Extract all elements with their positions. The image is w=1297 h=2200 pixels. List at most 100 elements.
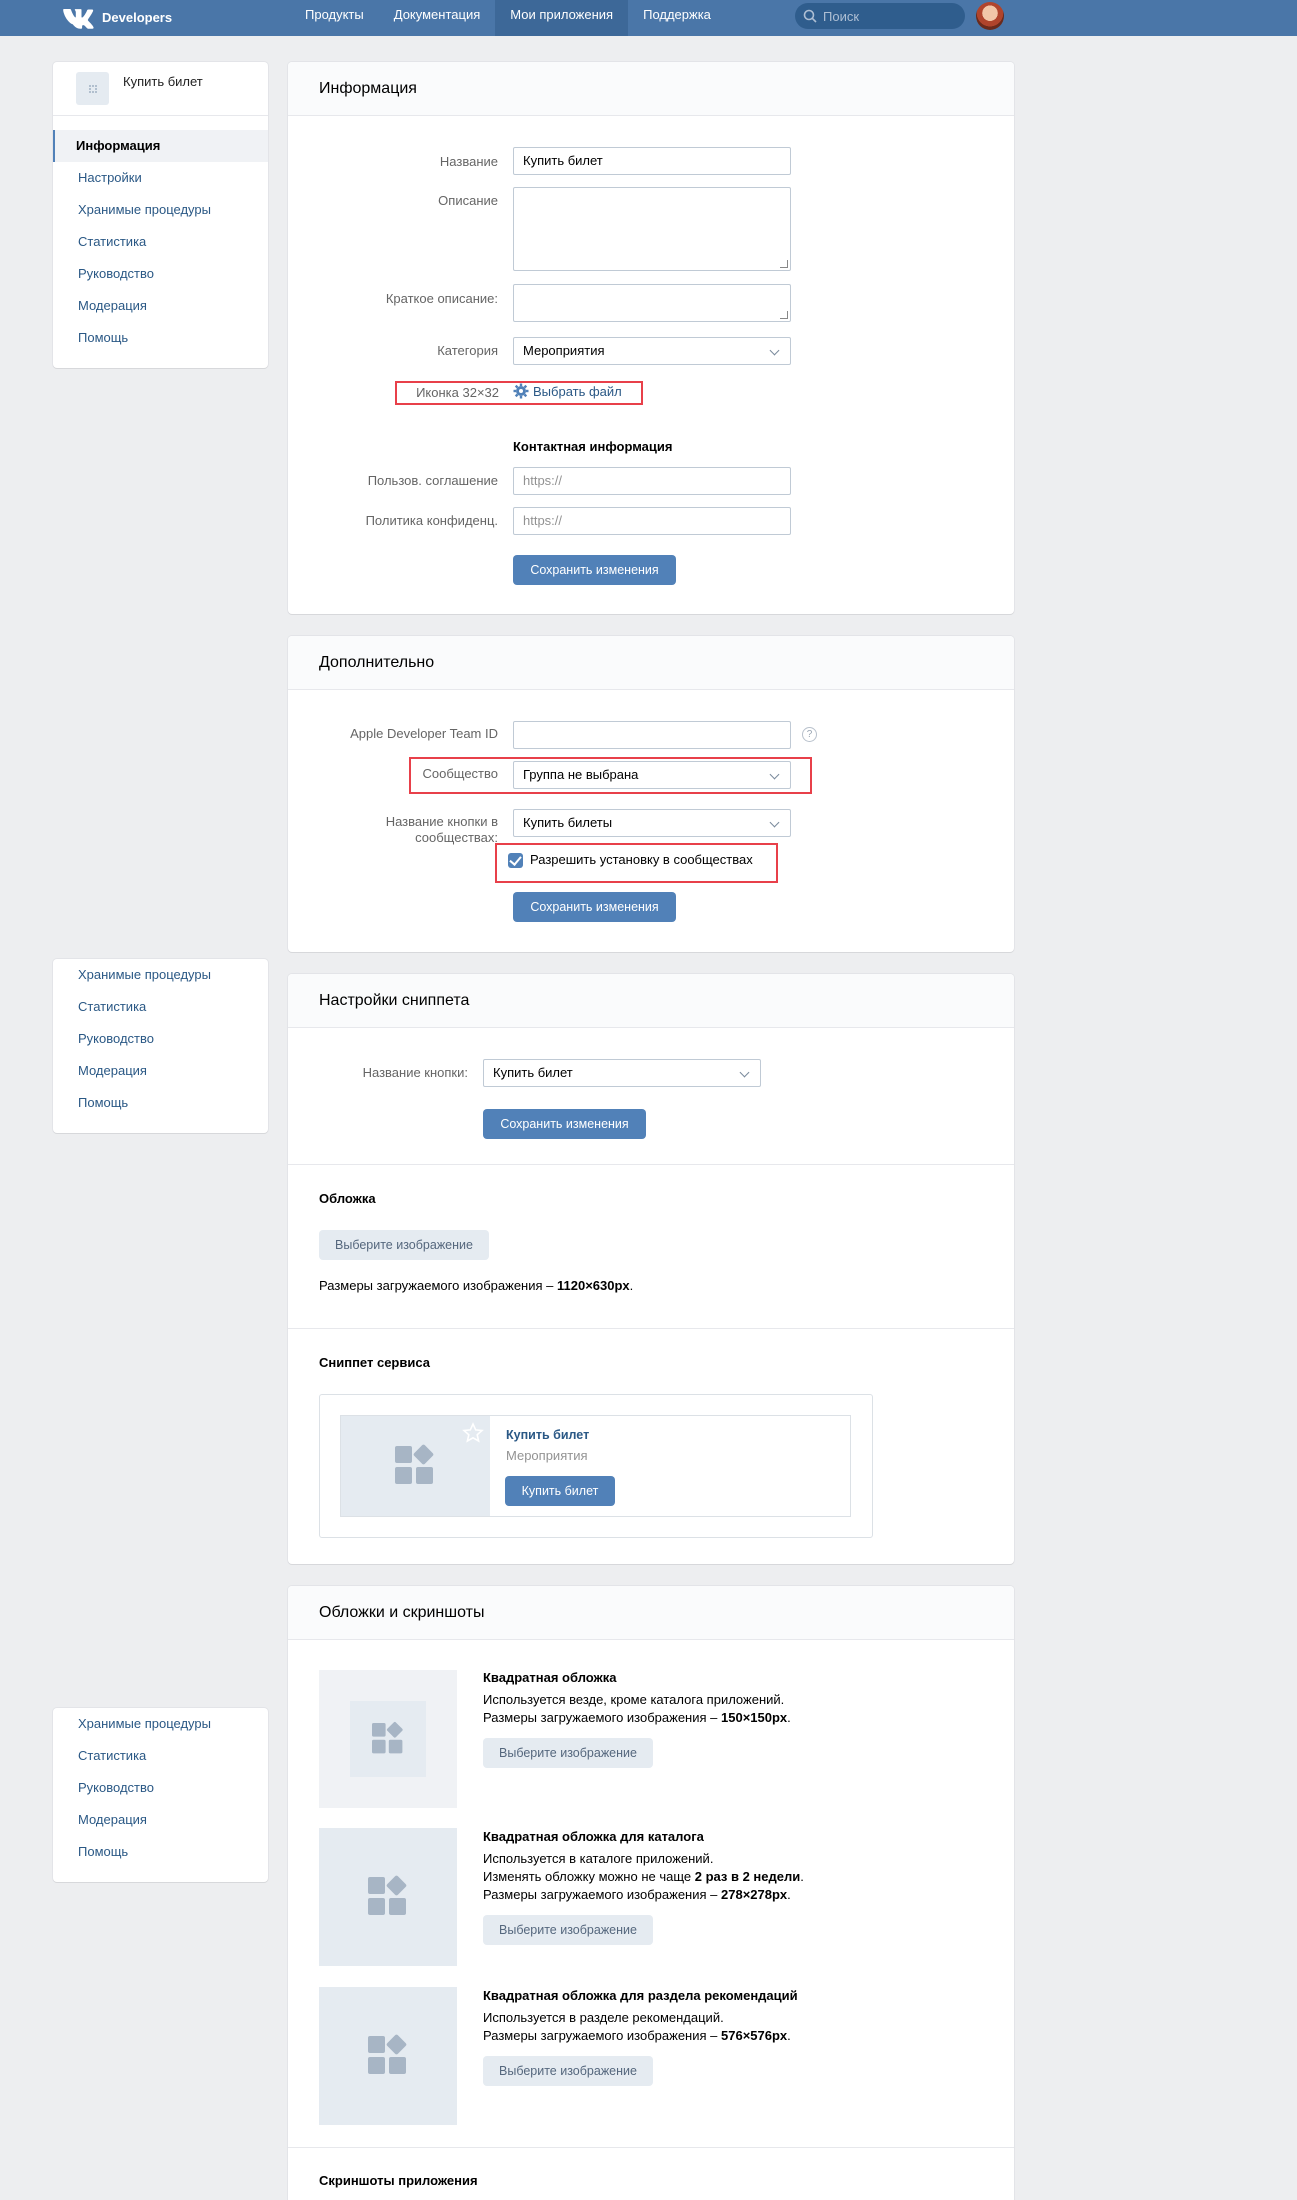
name-field[interactable]: Купить билет [513, 147, 791, 175]
extra-title: Дополнительно [288, 636, 1014, 690]
choose-file-link[interactable]: Выбрать файл [513, 383, 622, 399]
terms-label: Пользов. соглашение [367, 473, 498, 488]
info-title: Информация [288, 62, 1014, 116]
sidebar-item-procedures[interactable]: Хранимые процедуры [53, 1708, 268, 1740]
logo[interactable]: Developers [62, 5, 172, 29]
sidebar-item-stats[interactable]: Статистика [53, 1740, 268, 1772]
chevron-down-icon [769, 345, 780, 356]
chevron-down-icon [769, 769, 780, 780]
preview-app-name[interactable]: Купить билет [506, 1426, 589, 1444]
cover-item-title: Квадратная обложка для раздела рекоменда… [483, 1988, 798, 2003]
button-name-select[interactable]: Купить билеты [513, 809, 791, 837]
save-button[interactable]: Сохранить изменения [483, 1109, 646, 1139]
app-menu: Купить билет Информация Настройки Храним… [53, 62, 268, 368]
community-label: Сообщество [422, 766, 498, 781]
terms-url-field[interactable]: https:// [513, 467, 791, 495]
choose-image-button[interactable]: Выберите изображение [483, 1738, 653, 1768]
choose-image-button[interactable]: Выберите изображение [483, 1915, 653, 1945]
save-button[interactable]: Сохранить изменения [513, 555, 676, 585]
sidebar-item-guide[interactable]: Руководство [53, 1772, 268, 1804]
snippet-button-value: Купить билет [493, 1065, 573, 1080]
cover-item-title: Квадратная обложка [483, 1670, 617, 1685]
cover-item-desc: Используется в каталоге приложений. [483, 1851, 714, 1866]
nav-products[interactable]: Продукты [290, 0, 379, 36]
allow-install-label[interactable]: Разрешить установку в сообществах [530, 851, 753, 869]
nav-support[interactable]: Поддержка [628, 0, 726, 36]
app-placeholder-icon [372, 1721, 404, 1755]
sidebar-item-moderation[interactable]: Модерация [53, 1804, 268, 1836]
search-placeholder: Поиск [823, 8, 860, 24]
gear-icon [513, 383, 529, 399]
info-card: Информация Название Купить билет Описани… [288, 62, 1014, 614]
sidebar-item-settings[interactable]: Настройки [53, 162, 268, 194]
short-description-field[interactable] [513, 284, 791, 322]
snippet-button-select[interactable]: Купить билет [483, 1059, 761, 1087]
cover-item-size: Размеры загружаемого изображения – 278×2… [483, 1887, 791, 1902]
snippet-title: Настройки сниппета [288, 974, 1014, 1028]
sidebar-item-moderation[interactable]: Модерация [53, 290, 268, 322]
preview-buy-button[interactable]: Купить билет [505, 1476, 615, 1506]
top-bar: Developers Продукты Документация Мои при… [0, 0, 1297, 36]
app-menu-header[interactable]: Купить билет [53, 62, 268, 116]
square-cover-placeholder [319, 1670, 457, 1808]
divider [288, 1164, 1014, 1165]
name-label: Название [439, 154, 498, 169]
cover-item-title: Квадратная обложка для каталога [483, 1829, 704, 1844]
avatar[interactable] [976, 2, 1004, 30]
sidebar-item-stats[interactable]: Статистика [53, 226, 268, 258]
nav-docs[interactable]: Документация [379, 0, 496, 36]
snippet-preview-frame: Купить билет Мероприятия Купить билет [319, 1394, 873, 1538]
community-select[interactable]: Группа не выбрана [513, 761, 791, 789]
app-placeholder-icon [368, 1874, 408, 1917]
sidebar-item-guide[interactable]: Руководство [53, 258, 268, 290]
screenshots-title: Скриншоты приложения [319, 2173, 478, 2188]
search-icon [803, 9, 817, 23]
category-value: Мероприятия [523, 343, 605, 358]
sidebar-item-help[interactable]: Помощь [53, 322, 268, 354]
app-placeholder-icon [368, 2033, 408, 2076]
category-select[interactable]: Мероприятия [513, 337, 791, 365]
app-name: Купить билет [123, 74, 203, 89]
sidebar-item-stats[interactable]: Статистика [53, 991, 268, 1023]
short-description-label: Краткое описание: [385, 291, 498, 306]
allow-install-checkbox[interactable] [508, 853, 523, 868]
cover-item-desc: Используется в разделе рекомендаций. [483, 2010, 724, 2025]
app-placeholder-icon [395, 1443, 435, 1486]
extra-card: Дополнительно Apple Developer Team ID ? … [288, 636, 1014, 952]
cover-title: Обложка [319, 1191, 376, 1206]
snippet-preview: Купить билет Мероприятия Купить билет [340, 1415, 851, 1517]
sidebar-item-moderation[interactable]: Модерация [53, 1055, 268, 1087]
save-button[interactable]: Сохранить изменения [513, 892, 676, 922]
sidebar-item-info[interactable]: Информация [53, 130, 268, 162]
privacy-url-field[interactable]: https:// [513, 507, 791, 535]
app-menu-repeat: Хранимые процедуры Статистика Руководств… [53, 1708, 268, 1882]
star-icon[interactable] [462, 1422, 484, 1444]
sidebar-item-procedures[interactable]: Хранимые процедуры [53, 959, 268, 991]
sidebar-item-procedures[interactable]: Хранимые процедуры [53, 194, 268, 226]
sidebar-item-help[interactable]: Помощь [53, 1836, 268, 1868]
description-label: Описание [438, 193, 498, 208]
sidebar-item-help[interactable]: Помощь [53, 1087, 268, 1119]
snippet-image [341, 1416, 490, 1516]
nav-my-apps[interactable]: Мои приложения [495, 0, 629, 36]
help-icon[interactable]: ? [802, 727, 817, 742]
team-id-field[interactable] [513, 721, 791, 749]
choose-image-button[interactable]: Выберите изображение [483, 2056, 653, 2086]
covers-title: Обложки и скриншоты [288, 1586, 1014, 1640]
vk-logo-icon [62, 5, 94, 29]
snippet-button-label: Название кнопки: [362, 1065, 468, 1080]
category-label: Категория [437, 343, 498, 358]
search-input[interactable]: Поиск [795, 3, 965, 29]
divider [288, 2147, 1014, 2148]
chevron-down-icon [739, 1067, 750, 1078]
chevron-down-icon [769, 817, 780, 828]
choose-image-button[interactable]: Выберите изображение [319, 1230, 489, 1260]
snippet-card: Настройки сниппета Название кнопки: Купи… [288, 974, 1014, 1564]
brand-name: Developers [102, 9, 173, 25]
description-field[interactable] [513, 187, 791, 271]
sidebar-item-guide[interactable]: Руководство [53, 1023, 268, 1055]
preview-category: Мероприятия [506, 1448, 588, 1463]
app-icon [76, 72, 109, 105]
team-id-label: Apple Developer Team ID [350, 726, 498, 741]
cover-item-desc: Используется везде, кроме каталога прило… [483, 1692, 785, 1707]
